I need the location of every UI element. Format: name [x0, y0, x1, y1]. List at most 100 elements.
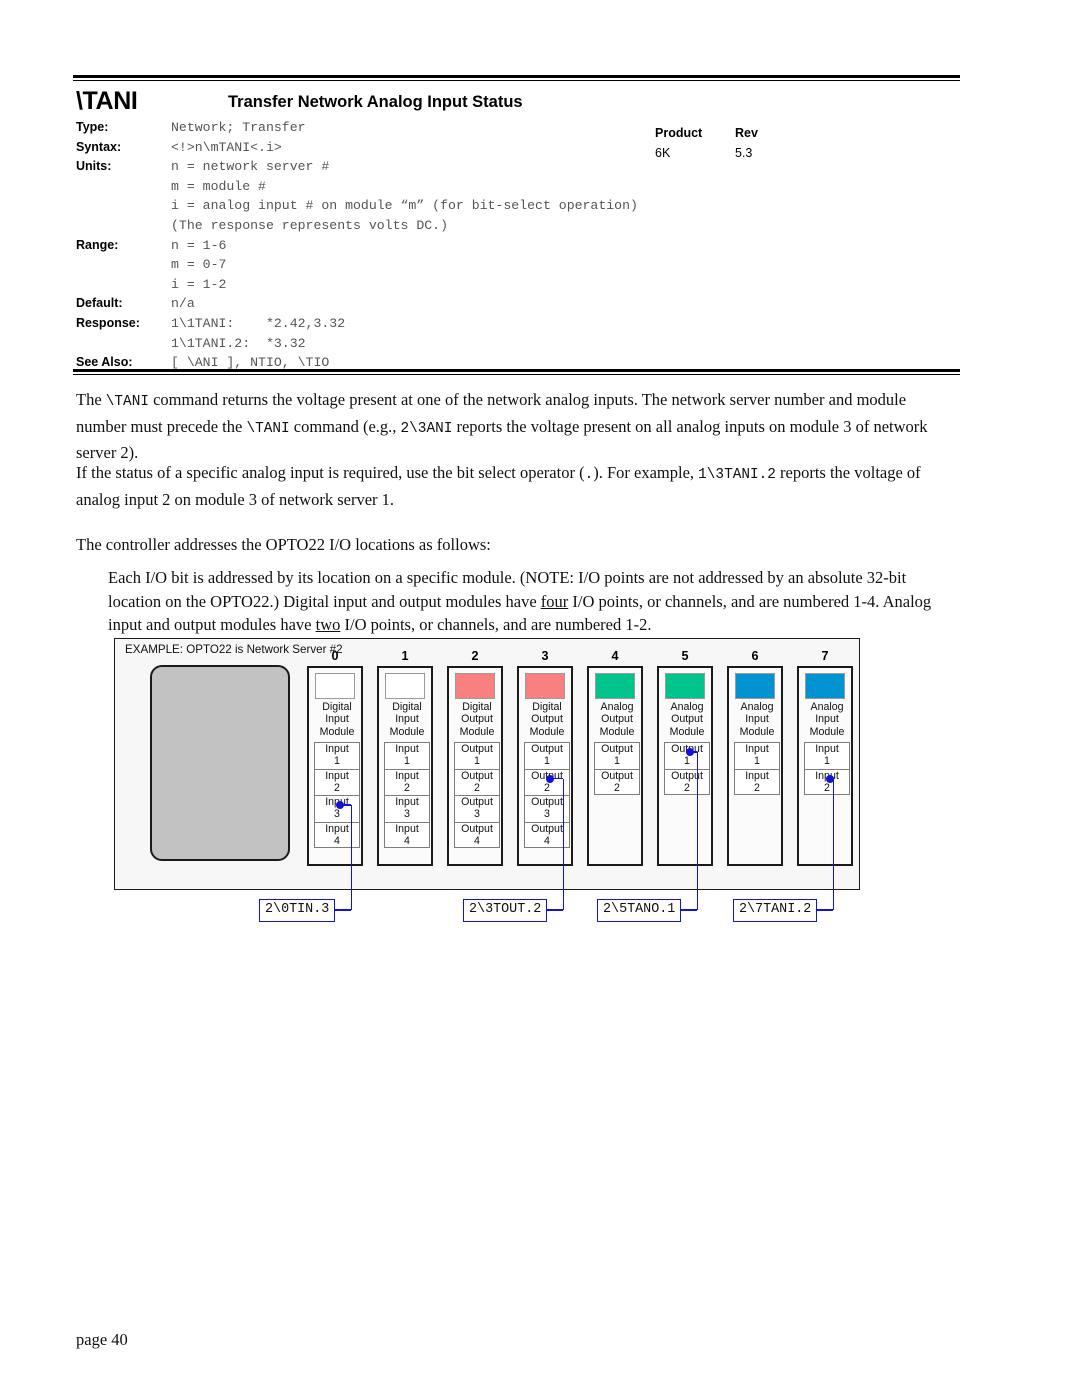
spec-row-value: Network; Transfer [171, 120, 306, 135]
product-column-header: Product [655, 126, 703, 140]
page-number: page 40 [76, 1330, 128, 1349]
rev-value: 5.3 [735, 146, 753, 160]
channel-2: Input2 [734, 768, 780, 795]
channel-2: Input2 [314, 768, 360, 795]
module-color-swatch [385, 673, 425, 699]
spec-row-value: [ \ANI ], NTIO, \TIO [171, 355, 330, 371]
address-callout: 2\5TANO.1 [597, 899, 682, 922]
module-label: Digital Input Module [389, 701, 425, 738]
module-6: 6 Analog Input Module Input 1 Input 2 [727, 649, 783, 866]
channel-1: Input 1 [384, 742, 430, 769]
channel-3: Output 3 [454, 795, 500, 822]
connector-segment [817, 909, 834, 911]
spec-row-value: n = 1-6 [171, 237, 227, 253]
channel-1: Input 1 [314, 742, 360, 769]
channel-stack: Input1Input2Input3Input4 [384, 742, 430, 848]
spec-row-value: 1\1TANI: *2.42,3.32 [171, 315, 346, 331]
module-color-swatch [665, 673, 705, 699]
module-5: 5 AnalogOutputModuleOutput1Output2 [657, 649, 713, 866]
para2-text-a: If the status of a specific analog input… [76, 463, 585, 482]
module-2: 2 Digital Output Module Output 1 Output 2 Output… [447, 649, 503, 866]
module-number: 1 [401, 649, 409, 663]
module-7: 7 AnalogInputModule Input1Input2 [797, 649, 853, 866]
spec-row: m = module # [76, 179, 960, 199]
header-rule-bottom [73, 369, 960, 375]
module-color-swatch [455, 673, 495, 699]
module-body: DigitalInputModule Input1Input2Input3Inpu… [307, 666, 363, 866]
address-callout: 2\0TIN.3 [259, 899, 336, 922]
spec-row: Syntax: <!>n\mTANI<.i> [76, 140, 960, 160]
module-body: DigitalOutputModuleOutput1Output2Output3… [517, 666, 573, 866]
channel-1: Output1 [524, 742, 570, 769]
connector-segment [696, 752, 699, 910]
spec-row-value: <!>n\mTANI<.i> [171, 139, 282, 155]
opto22-brain-board [150, 665, 290, 861]
spec-row-label: See Also: [76, 355, 133, 370]
module-0: 0 DigitalInputModule Input1Input2Input3Inp… [307, 649, 363, 866]
para1-text-c: command (e.g., [289, 416, 401, 436]
module-number: 5 [681, 649, 689, 663]
module-number: 2 [471, 649, 479, 663]
connector-segment [550, 777, 564, 780]
module-color-swatch [805, 673, 845, 699]
paragraph-bit-select: If the status of a specific analog input… [76, 461, 960, 511]
paragraph-addressing-detail: Each I/O bit is addressed by its locatio… [108, 566, 960, 637]
module-color-swatch [735, 673, 775, 699]
spec-row: Units: n = network server # [76, 159, 960, 179]
module-label: Analog Output Module [599, 701, 635, 738]
para2-text-b: ). For example, [593, 463, 699, 482]
connector-segment [350, 805, 353, 910]
channel-stack: Output1Output2 [594, 742, 640, 795]
module-color-swatch [525, 673, 565, 699]
address-callout: 2\3TOUT.2 [463, 899, 548, 922]
module-4: 4 Analog Output Module Output 1 Output 2 [587, 649, 643, 866]
module-body: AnalogOutputModuleOutput1Output2 [657, 666, 713, 866]
para4-underline-two: two [315, 615, 341, 634]
spec-row: Range: n = 1-6 [76, 238, 960, 258]
paragraph-addressing-intro: The controller addresses the OPTO22 I/O … [76, 535, 491, 554]
module-1: 1 Digital Input Module Input 1 Input 2 Input 3 Inp… [377, 649, 433, 866]
command-name: \TANI [76, 87, 138, 115]
spec-row-value: 1\1TANI.2: *3.32 [171, 335, 306, 351]
spec-row: 1\1TANI.2: *3.32 [76, 336, 960, 356]
channel-stack: Input1Input2 [804, 742, 850, 795]
module-label: Analog Output Module [669, 701, 705, 738]
module-label: Digital Input Module [319, 701, 355, 738]
connector-segment [547, 909, 564, 911]
header-rule-top [73, 75, 960, 81]
spec-row-value: m = module # [171, 178, 266, 194]
channel-1: Input 1 [734, 742, 780, 769]
connector-segment [681, 909, 698, 911]
opto22-diagram: EXAMPLE: OPTO22 is Network Server #2 0 Di… [114, 638, 860, 890]
channel-4: Input 4 [384, 821, 430, 848]
spec-table: Type: Network; Transfer Syntax: <!>n\mTANI<… [76, 120, 960, 375]
module-number: 0 [331, 649, 339, 663]
channel-1: Output1 [454, 742, 500, 769]
spec-row-label: Range: [76, 237, 119, 252]
channel-3: Input3 [384, 795, 430, 822]
module-body: AnalogOutputModule Output1Output2 [587, 666, 643, 866]
module-label: Digital Output Module [529, 701, 565, 738]
spec-row-value: i = 1-2 [171, 276, 227, 292]
module-color-swatch [315, 673, 355, 699]
module-label: Analog Input Module [809, 701, 845, 738]
spec-row-label: Units: [76, 159, 112, 174]
spec-row-label: Response: [76, 315, 140, 330]
module-label: Analog Input Module [739, 701, 775, 738]
connector-segment [335, 909, 352, 911]
module-body: AnalogInputModule Input1Input2 [797, 666, 853, 866]
para1-command-1: \TANI [105, 394, 149, 410]
page-title: Transfer Network Analog Input Status [228, 93, 523, 111]
module-color-swatch [595, 673, 635, 699]
spec-row: i = analog input # on module “m” (for bi… [76, 198, 960, 218]
paragraph-overview: The \TANI command returns the voltage pr… [76, 388, 960, 465]
spec-row-value: n = network server # [171, 159, 330, 175]
module-number: 3 [541, 649, 549, 663]
channel-stack: Input1Input2 [734, 742, 780, 795]
channel-2: Output2 [664, 768, 710, 795]
para1-command-2: \TANI [246, 420, 290, 437]
channel-4: Input 4 [314, 821, 360, 848]
module-3: 3DigitalOutputModuleOutput1Output2Output… [517, 649, 573, 866]
spec-row-value: (The response represents volts DC.) [171, 217, 448, 233]
channel-2: Output2 [594, 768, 640, 795]
